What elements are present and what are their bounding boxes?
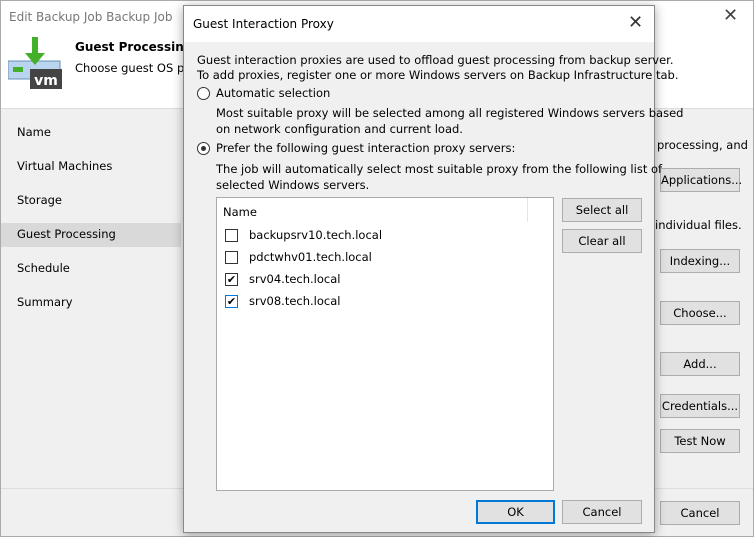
cancel-button[interactable]: Cancel — [660, 501, 740, 525]
nav-item-storage[interactable]: Storage — [1, 189, 181, 213]
svg-text:vm: vm — [34, 73, 58, 89]
guest-interaction-proxy-dialog: Guest Interaction Proxy ✕ Guest interact… — [183, 5, 683, 533]
close-icon[interactable]: ✕ — [628, 12, 643, 33]
clear-all-button[interactable]: Clear all — [562, 229, 642, 253]
prefer-proxy-radio[interactable] — [197, 142, 210, 155]
server-checkbox[interactable] — [225, 251, 238, 264]
nav-item-guest-processing[interactable]: Guest Processing — [1, 223, 181, 247]
automatic-description: Most suitable proxy will be selected amo… — [216, 106, 684, 120]
prefer-proxy-label[interactable]: Prefer the following guest interaction p… — [216, 141, 515, 155]
intro-text: Guest interaction proxies are used to of… — [197, 53, 674, 67]
window-title: Edit Backup Job Backup Job — [9, 10, 173, 24]
prefer-description: selected Windows servers. — [216, 178, 370, 192]
intro-text: To add proxies, register one or more Win… — [197, 68, 679, 82]
nav-item-virtual-machines[interactable]: Virtual Machines — [1, 155, 181, 179]
test-now-button[interactable]: Test Now — [660, 429, 740, 453]
column-header-name[interactable]: Name — [223, 205, 257, 219]
choose-button[interactable]: Choose... — [660, 301, 740, 325]
server-checkbox[interactable]: ✔ — [225, 295, 238, 308]
page-subtitle: Choose guest OS pro — [75, 61, 196, 75]
ok-button[interactable]: OK — [476, 500, 555, 524]
automatic-selection-label[interactable]: Automatic selection — [216, 86, 330, 100]
automatic-selection-radio[interactable] — [197, 87, 210, 100]
guest-processing-vm-icon: vm — [7, 37, 62, 89]
server-checkbox[interactable] — [225, 229, 238, 242]
credentials-button[interactable]: Credentials... — [660, 394, 740, 418]
server-checkbox[interactable]: ✔ — [225, 273, 238, 286]
server-name: srv04.tech.local — [249, 272, 341, 286]
server-name: srv08.tech.local — [249, 294, 341, 308]
nav-item-name[interactable]: Name — [1, 121, 181, 145]
page-title: Guest Processing — [75, 40, 193, 54]
automatic-description: on network configuration and current loa… — [216, 122, 463, 136]
server-name: pdctwhv01.tech.local — [249, 250, 372, 264]
dialog-cancel-button[interactable]: Cancel — [562, 500, 642, 524]
applications-button[interactable]: Applications... — [660, 168, 742, 192]
dialog-titlebar: Guest Interaction Proxy ✕ — [184, 6, 654, 42]
column-divider — [527, 198, 528, 222]
add-button[interactable]: Add... — [660, 352, 740, 376]
prefer-description: The job will automatically select most s… — [216, 162, 663, 176]
server-name: backupsrv10.tech.local — [249, 228, 383, 242]
select-all-button[interactable]: Select all — [562, 198, 642, 222]
description-text: individual files. — [655, 218, 742, 232]
nav-item-schedule[interactable]: Schedule — [1, 257, 181, 281]
dialog-title: Guest Interaction Proxy — [193, 17, 334, 31]
description-text: processing, and — [657, 138, 748, 152]
proxy-server-list[interactable]: Name backupsrv10.tech.local pdctwhv01.te… — [216, 197, 554, 491]
nav-item-summary[interactable]: Summary — [1, 291, 181, 315]
close-icon[interactable]: ✕ — [723, 5, 738, 26]
indexing-button[interactable]: Indexing... — [660, 249, 740, 273]
